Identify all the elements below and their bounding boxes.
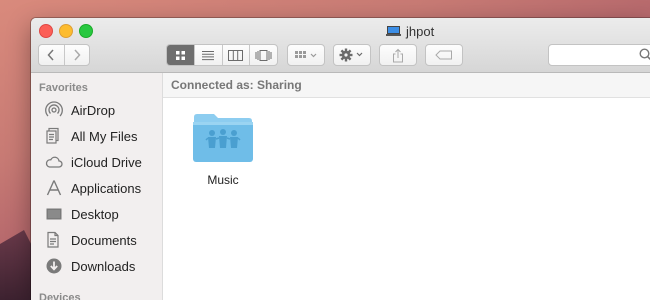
network-computer-icon — [386, 25, 401, 37]
tag-button[interactable] — [425, 44, 463, 66]
list-view-button[interactable] — [193, 45, 222, 65]
chevron-right-icon — [74, 49, 81, 61]
column-view-button[interactable] — [221, 45, 250, 65]
sidebar-heading-favorites: Favorites — [39, 82, 88, 94]
shared-folder-icon — [192, 113, 254, 163]
share-icon — [393, 48, 403, 62]
view-mode-selector — [166, 44, 278, 66]
window-title: jhpot — [406, 23, 435, 39]
close-window-button[interactable] — [39, 24, 53, 38]
sidebar-item-desktop[interactable]: Desktop — [45, 202, 119, 226]
window-title-area: jhpot — [386, 22, 434, 40]
sidebar-item-documents[interactable]: Documents — [45, 228, 137, 252]
minimize-window-button[interactable] — [59, 24, 73, 38]
sidebar-item-label: AirDrop — [71, 102, 116, 118]
file-browser-content: Connected as: Sharing Music — [163, 73, 650, 300]
applications-icon — [46, 180, 62, 196]
sidebar-item-airdrop[interactable]: AirDrop — [45, 98, 115, 122]
cover-flow-view-button[interactable] — [249, 45, 277, 65]
desktop-icon — [46, 208, 62, 220]
tag-icon — [435, 50, 452, 60]
gear-icon — [339, 48, 363, 62]
file-item-label: Music — [207, 173, 239, 187]
list-view-icon — [202, 50, 215, 60]
finder-window: jhpot Favorites AirDrop All My Files iCl… — [31, 18, 650, 300]
search-icon — [639, 48, 650, 61]
column-view-icon — [228, 49, 244, 61]
documents-icon — [47, 231, 59, 248]
sidebar-item-label: Applications — [71, 180, 142, 196]
cloud-icon — [45, 156, 63, 168]
sidebar-item-icloud-drive[interactable]: iCloud Drive — [45, 150, 142, 174]
search-input[interactable] — [555, 45, 639, 65]
back-button[interactable] — [39, 45, 64, 65]
icon-view-button[interactable] — [167, 45, 194, 65]
search-field[interactable] — [548, 44, 650, 66]
share-button[interactable] — [379, 44, 417, 66]
cover-flow-view-icon — [255, 49, 272, 61]
sidebar-item-label: Documents — [71, 232, 137, 248]
sidebar-item-label: All My Files — [71, 128, 138, 144]
sidebar-item-downloads[interactable]: Downloads — [45, 254, 135, 278]
sidebar-item-all-my-files[interactable]: All My Files — [45, 124, 137, 148]
sidebar: Favorites AirDrop All My Files iCloud Dr… — [31, 73, 163, 300]
all-files-icon — [46, 127, 59, 144]
arrange-button[interactable] — [287, 44, 325, 66]
sidebar-item-label: Downloads — [71, 258, 136, 274]
sidebar-item-label: iCloud Drive — [71, 154, 142, 170]
zoom-window-button[interactable] — [79, 24, 93, 38]
airdrop-icon — [45, 101, 63, 117]
sidebar-item-label: Desktop — [71, 206, 119, 222]
icon-view-icon — [175, 50, 185, 60]
sidebar-heading-devices: Devices — [39, 292, 81, 300]
connection-status-bar: Connected as: Sharing — [163, 73, 650, 98]
forward-button[interactable] — [63, 45, 90, 65]
downloads-icon — [46, 258, 62, 274]
sidebar-item-applications[interactable]: Applications — [45, 176, 141, 200]
chevron-left-icon — [47, 49, 54, 61]
arrange-grid-icon — [295, 51, 317, 58]
action-button[interactable] — [333, 44, 371, 66]
file-item-music-folder[interactable]: Music — [188, 113, 258, 187]
window-toolbar: jhpot — [31, 18, 650, 73]
navigation-buttons — [38, 44, 90, 66]
